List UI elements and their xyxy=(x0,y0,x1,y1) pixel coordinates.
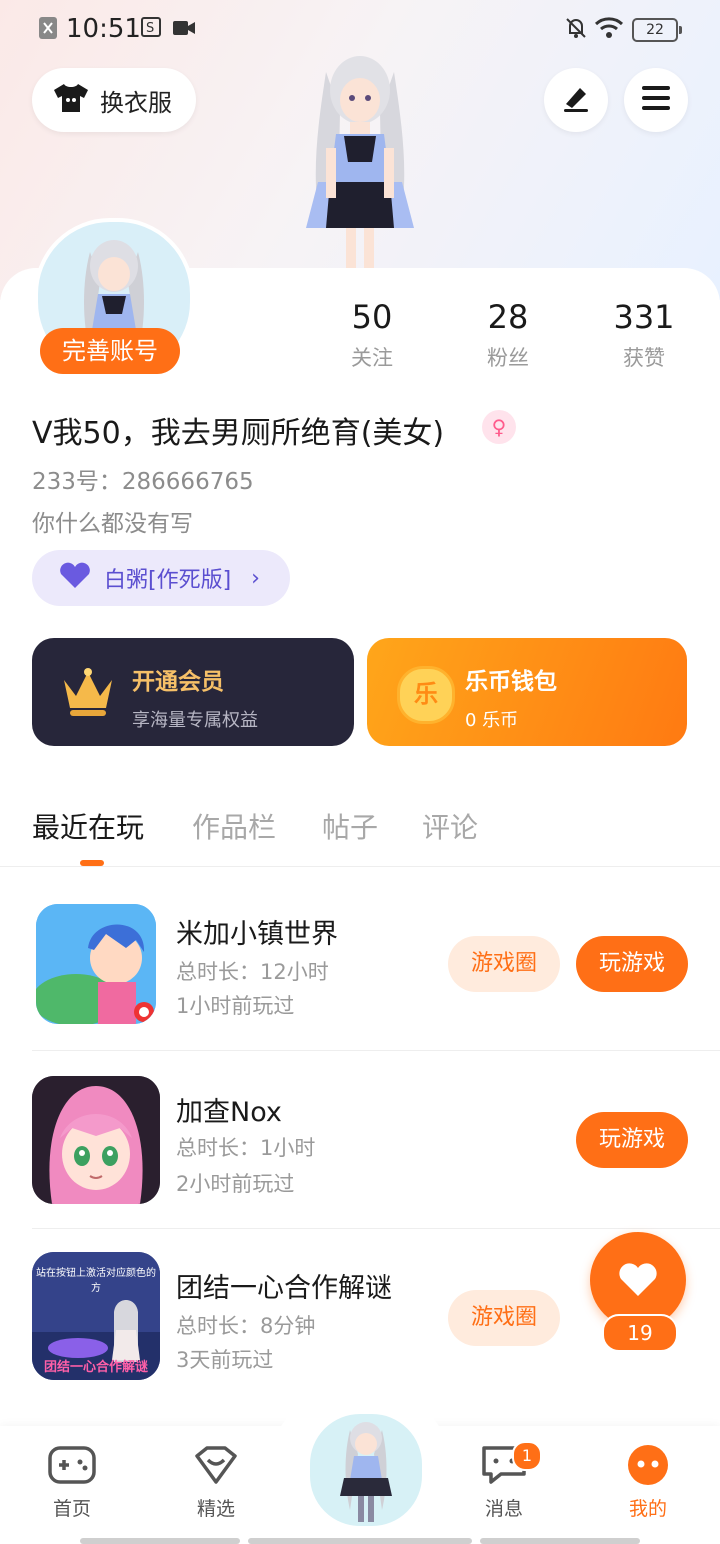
tab-posts[interactable]: 帖子 xyxy=(322,806,378,846)
nav-label: 消息 xyxy=(484,1498,523,1520)
nav-avatar-center[interactable] xyxy=(304,1408,428,1532)
game-icon-caption: 站在按钮上激活对应颜色的方 xyxy=(36,1268,156,1294)
game-duration: 总时长：8分钟 xyxy=(176,1314,316,1338)
stat-label: 关注 xyxy=(351,346,393,370)
vip-subtitle: 享海量专属权益 xyxy=(132,710,258,731)
user-id: 233号：286666765 xyxy=(32,469,254,495)
screenshot-icon: S xyxy=(140,16,162,43)
tab-comments[interactable]: 评论 xyxy=(422,806,478,846)
crown-icon xyxy=(60,666,116,722)
wallet-subtitle: 0 乐币 xyxy=(465,710,519,731)
divider xyxy=(32,1050,720,1051)
username: V我50，我去男厕所绝育(美女) xyxy=(32,416,445,451)
stat-value: 28 xyxy=(487,298,529,336)
stat-followers[interactable]: 28 粉丝 xyxy=(448,298,568,372)
game-icon-title: 团结一心合作解谜 xyxy=(43,1360,148,1375)
status-bar: 10:51 S 22 xyxy=(0,0,720,58)
change-outfit-button[interactable]: 换衣服 xyxy=(32,68,196,132)
stat-following[interactable]: 50 关注 xyxy=(312,298,432,372)
menu-button[interactable] xyxy=(624,68,688,132)
title-badge-label: 白粥[作死版] xyxy=(104,568,232,593)
game-circle-button[interactable]: 游戏圈 xyxy=(448,936,560,992)
game-name: 团结一心合作解谜 xyxy=(176,1273,392,1304)
tab-works[interactable]: 作品栏 xyxy=(192,806,276,846)
nav-label: 首页 xyxy=(52,1498,91,1520)
svg-text:S: S xyxy=(146,21,154,36)
vip-title: 开通会员 xyxy=(132,669,224,695)
play-game-button[interactable]: 玩游戏 xyxy=(576,1112,688,1168)
game-icon-teamwork-puzzle: 站在按钮上激活对应颜色的方 团结一心合作解谜 xyxy=(32,1252,160,1380)
game-circle-button[interactable]: 游戏圈 xyxy=(448,1290,560,1346)
wallet-title: 乐币钱包 xyxy=(465,669,557,695)
nav-home[interactable]: 首页 xyxy=(22,1444,122,1521)
game-name: 加查Nox xyxy=(176,1097,282,1128)
title-badge-button[interactable]: 白粥[作死版] › xyxy=(32,550,290,606)
user-bio: 你什么都没有写 xyxy=(32,511,193,537)
chevron-right-icon: › xyxy=(251,565,260,591)
avatar-character-image[interactable] xyxy=(280,52,440,272)
gesture-bar xyxy=(80,1538,240,1544)
video-record-icon xyxy=(172,18,196,43)
game-last-played: 1小时前玩过 xyxy=(176,994,295,1018)
stat-likes[interactable]: 331 获赞 xyxy=(584,298,704,372)
notification-icon xyxy=(38,16,58,45)
pencil-icon xyxy=(560,82,592,118)
profile-face-icon xyxy=(625,1445,671,1490)
game-duration: 总时长：1小时 xyxy=(176,1136,316,1160)
coin-wallet-card[interactable]: 乐 乐币钱包 0 乐币 xyxy=(367,638,687,746)
stat-value: 331 xyxy=(613,298,675,336)
gesture-bar xyxy=(248,1538,472,1544)
stat-label: 粉丝 xyxy=(487,346,529,370)
game-row[interactable]: 加查Nox 总时长：1小时 2小时前玩过 玩游戏 xyxy=(0,1060,720,1220)
game-row[interactable]: 米加小镇世界 总时长：12小时 1小时前玩过 游戏圈 玩游戏 xyxy=(0,886,720,1046)
nav-label: 我的 xyxy=(628,1498,667,1520)
like-count-badge: 19 xyxy=(602,1314,678,1352)
chat-icon xyxy=(479,1446,529,1490)
tshirt-icon xyxy=(52,82,90,118)
nav-profile[interactable]: 我的 xyxy=(598,1444,698,1521)
game-name: 米加小镇世界 xyxy=(176,919,338,950)
stat-value: 50 xyxy=(351,298,393,336)
change-outfit-label: 换衣服 xyxy=(100,88,172,117)
game-duration: 总时长：12小时 xyxy=(176,960,329,984)
play-game-button[interactable]: 玩游戏 xyxy=(576,936,688,992)
nav-label: 精选 xyxy=(196,1498,235,1520)
gesture-bar xyxy=(480,1538,640,1544)
divider xyxy=(32,1228,720,1229)
gamepad-icon xyxy=(47,1446,97,1490)
battery-indicator: 22 xyxy=(632,18,682,42)
stat-label: 获赞 xyxy=(623,346,665,370)
heart-outline-icon xyxy=(191,1446,241,1490)
hamburger-icon xyxy=(640,84,672,116)
tab-recent-played[interactable]: 最近在玩 xyxy=(32,806,144,846)
complete-account-button[interactable]: 完善账号 xyxy=(40,328,180,374)
divider xyxy=(0,866,720,867)
status-time: 10:51 xyxy=(66,14,141,44)
mute-icon xyxy=(564,16,588,45)
nav-featured[interactable]: 精选 xyxy=(166,1444,266,1521)
female-symbol-icon: ♀ xyxy=(482,410,516,444)
heart-badge-icon xyxy=(58,562,92,594)
heart-icon xyxy=(618,1262,658,1302)
game-icon-gacha-nox xyxy=(32,1076,160,1204)
message-badge: 1 xyxy=(512,1441,542,1471)
edit-profile-button[interactable] xyxy=(544,68,608,132)
coin-icon: 乐 xyxy=(397,666,455,724)
vip-membership-card[interactable]: 开通会员 享海量专属权益 xyxy=(32,638,354,746)
game-last-played: 3天前玩过 xyxy=(176,1348,274,1372)
wifi-icon xyxy=(594,16,624,45)
game-last-played: 2小时前玩过 xyxy=(176,1172,295,1196)
game-icon-miga xyxy=(36,904,156,1024)
